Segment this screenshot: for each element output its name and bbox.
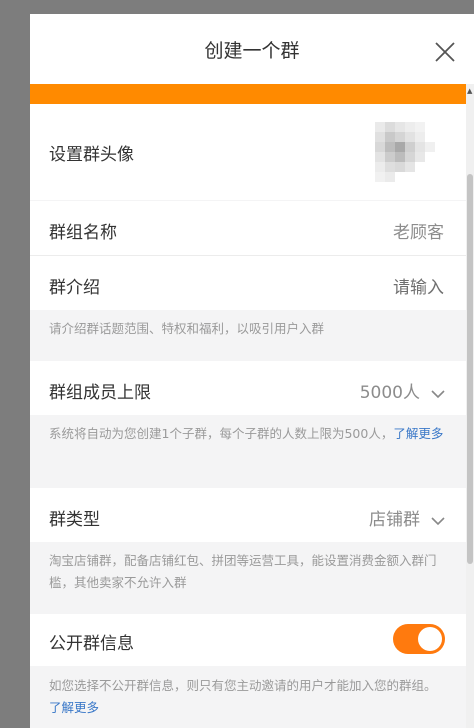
- group-name-row[interactable]: 群组名称 老顾客: [30, 201, 466, 255]
- group-type-hint: 淘宝店铺群，配备店铺红包、拼团等运营工具，能设置消费金额入群门槛，其他卖家不允许…: [49, 553, 437, 590]
- accent-bar: [30, 84, 466, 104]
- set-avatar-row[interactable]: 设置群头像: [30, 104, 466, 200]
- scrollbar-thumb[interactable]: [467, 174, 473, 564]
- toggle-knob: [418, 627, 442, 651]
- member-limit-value[interactable]: 5000人: [360, 378, 420, 403]
- group-type-row[interactable]: 群类型 店铺群: [30, 488, 466, 542]
- close-icon[interactable]: [433, 40, 457, 64]
- learn-more-link[interactable]: 了解更多: [393, 426, 443, 441]
- public-info-label: 公开群信息: [49, 634, 134, 654]
- pixelated-avatar-icon[interactable]: [375, 112, 435, 192]
- create-group-dialog: 创建一个群 设置群头像 群组名称 老顾客 群介绍 请输入 请介绍群话题范围、特权…: [30, 14, 474, 728]
- member-limit-hint-text: 系统将自动为您创建1个子群，每个子群的人数上限为500人，: [49, 426, 394, 441]
- group-intro-input[interactable]: 请输入: [393, 273, 444, 298]
- set-avatar-label: 设置群头像: [49, 145, 134, 165]
- chevron-down-icon[interactable]: [430, 384, 446, 399]
- group-intro-row[interactable]: 群介绍 请输入: [30, 256, 466, 310]
- group-name-label: 群组名称: [49, 223, 117, 243]
- group-intro-hint: 请介绍群话题范围、特权和福利，以吸引用户入群: [49, 321, 325, 336]
- public-info-toggle[interactable]: [393, 624, 445, 654]
- member-limit-hint: 系统将自动为您创建1个子群，每个子群的人数上限为500人，了解更多: [49, 423, 449, 445]
- member-limit-row[interactable]: 群组成员上限 5000人: [30, 361, 466, 415]
- group-name-value[interactable]: 老顾客: [393, 218, 444, 243]
- public-info-row: 公开群信息: [30, 614, 466, 666]
- scroll-up-arrow-icon[interactable]: ▲: [467, 88, 472, 95]
- public-info-hint: 如您选择不公开群信息，则只有您主动邀请的用户才能加入您的群组。了解更多: [49, 675, 449, 719]
- group-type-value[interactable]: 店铺群: [369, 505, 420, 530]
- group-type-label: 群类型: [49, 510, 100, 530]
- group-intro-label: 群介绍: [49, 278, 100, 298]
- public-info-hint-text: 如您选择不公开群信息，则只有您主动邀请的用户才能加入您的群组。: [49, 678, 437, 693]
- chevron-down-icon[interactable]: [430, 511, 446, 526]
- dialog-header: 创建一个群: [30, 14, 474, 84]
- learn-more-link[interactable]: 了解更多: [49, 700, 99, 715]
- dialog-title: 创建一个群: [204, 40, 300, 62]
- member-limit-label: 群组成员上限: [49, 383, 151, 403]
